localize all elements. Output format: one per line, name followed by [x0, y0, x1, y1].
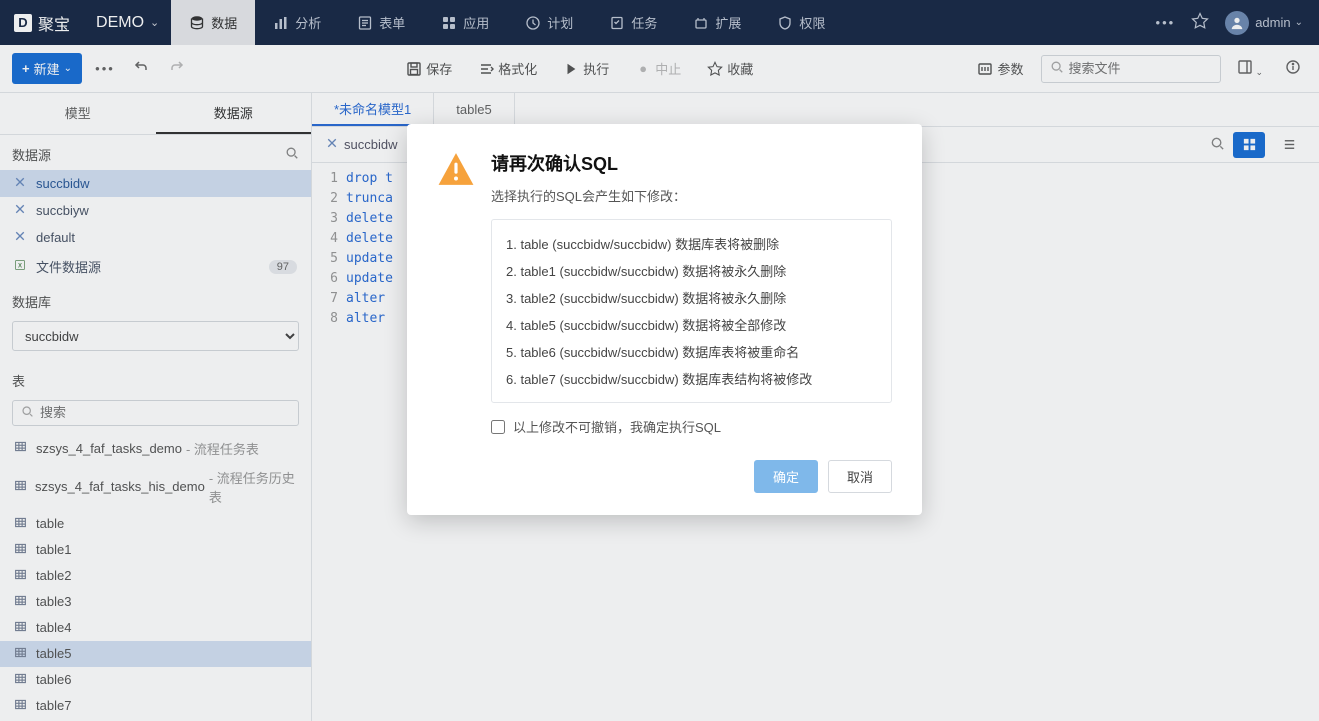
cancel-button[interactable]: 取消 [828, 460, 892, 493]
modal-subtitle: 选择执行的SQL会产生如下修改： [491, 186, 686, 205]
change-item: 5. table6 (succbidw/succbidw) 数据库表将被重命名 [506, 338, 877, 365]
warning-icon [437, 150, 475, 188]
confirm-label: 以上修改不可撤销，我确定执行SQL [513, 417, 721, 436]
change-list: 1. table (succbidw/succbidw) 数据库表将被删除2. … [491, 219, 892, 403]
change-item: 4. table5 (succbidw/succbidw) 数据将被全部修改 [506, 311, 877, 338]
modal-title: 请再次确认SQL [491, 150, 686, 176]
change-item: 2. table1 (succbidw/succbidw) 数据将被永久删除 [506, 257, 877, 284]
confirm-sql-modal: 请再次确认SQL 选择执行的SQL会产生如下修改： 1. table (succ… [407, 124, 922, 515]
confirm-checkbox-row[interactable]: 以上修改不可撤销，我确定执行SQL [491, 417, 892, 436]
ok-button[interactable]: 确定 [754, 460, 818, 493]
change-item: 3. table2 (succbidw/succbidw) 数据将被永久删除 [506, 284, 877, 311]
change-item: 1. table (succbidw/succbidw) 数据库表将被删除 [506, 230, 877, 257]
change-item: 6. table7 (succbidw/succbidw) 数据库表结构将被修改 [506, 365, 877, 392]
confirm-checkbox[interactable] [491, 420, 505, 434]
